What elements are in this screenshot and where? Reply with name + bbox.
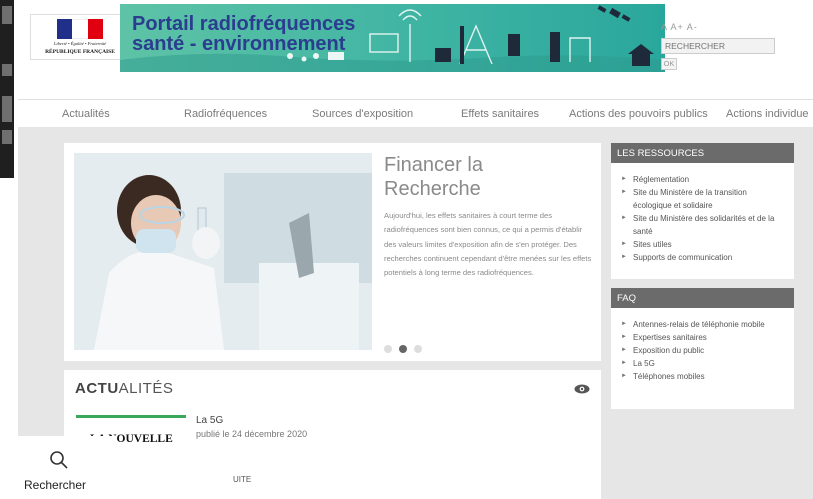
republique-francaise-logo[interactable]: Liberté • Égalité • Fraternité RÉPUBLIQU… <box>30 14 128 60</box>
logo-motto: Liberté • Égalité • Fraternité <box>53 41 107 46</box>
slide-image[interactable] <box>74 153 372 350</box>
section-title: ACTUALITÉS <box>75 380 173 397</box>
french-flag-icon <box>57 19 103 39</box>
resource-link[interactable]: Site du Ministère des solidarités et de … <box>621 212 785 238</box>
portal-banner[interactable]: Portail radiofréquences santé - environn… <box>120 4 665 72</box>
resources-title: LES RESSOURCES <box>611 143 794 163</box>
section-title-bold: ACTU <box>75 380 119 397</box>
slide-title[interactable]: Financer la Recherche <box>384 153 584 201</box>
resource-link[interactable]: Sites utiles <box>621 238 785 251</box>
carousel-dot-1[interactable] <box>384 345 392 353</box>
nav-item-effets-sanitaires[interactable]: Effets sanitaires <box>461 108 539 120</box>
resources-panel: LES RESSOURCES Réglementation Site du Mi… <box>611 143 794 279</box>
section-title-rest: ALITÉS <box>118 380 174 397</box>
site-header: Liberté • Égalité • Fraternité RÉPUBLIQU… <box>18 0 813 99</box>
faq-link[interactable]: Téléphones mobiles <box>621 370 785 383</box>
rechercher-button[interactable]: Rechercher <box>0 436 116 499</box>
banner-title-line1: Portail radiofréquences <box>132 13 356 35</box>
desktop-edge-strip <box>0 0 14 178</box>
lab-photo-illustration <box>74 153 372 350</box>
read-more-link[interactable]: UITE <box>233 475 251 484</box>
resource-link[interactable]: Réglementation <box>621 173 785 186</box>
font-size-tools[interactable]: A A+ A- <box>661 22 698 32</box>
search-input[interactable] <box>661 38 775 54</box>
faq-link[interactable]: La 5G <box>621 357 785 370</box>
carousel: Financer la Recherche Aujourd'hui, les e… <box>64 143 601 361</box>
faq-title: FAQ <box>611 288 794 308</box>
faq-link[interactable]: Expertises sanitaires <box>621 331 785 344</box>
rechercher-label: Rechercher <box>24 478 87 492</box>
nav-item-actualites[interactable]: Actualités <box>62 108 110 120</box>
faq-link[interactable]: Exposition du public <box>621 344 785 357</box>
banner-title: Portail radiofréquences santé - environn… <box>132 14 355 54</box>
nav-item-actions-pouvoirs-publics[interactable]: Actions des pouvoirs publics <box>569 108 708 120</box>
carousel-dots <box>384 345 422 353</box>
carousel-dot-2[interactable] <box>399 345 407 353</box>
carousel-dot-3[interactable] <box>414 345 422 353</box>
eye-icon[interactable] <box>574 384 590 394</box>
search-icon <box>50 451 68 469</box>
nav-item-sources-exposition[interactable]: Sources d'exposition <box>312 108 413 120</box>
nav-item-actions-individuelles[interactable]: Actions individue <box>726 108 809 120</box>
header-tools: A A+ A- OK <box>661 18 801 78</box>
news-item-title[interactable]: La 5G <box>196 415 223 426</box>
main-nav: Actualités Radiofréquences Sources d'exp… <box>18 99 813 127</box>
content-area: Financer la Recherche Aujourd'hui, les e… <box>18 127 813 499</box>
slide-text: Aujourd'hui, les effets sanitaires à cou… <box>384 211 592 278</box>
logo-republic: RÉPUBLIQUE FRANÇAISE <box>45 49 115 55</box>
actualites-section: ACTUALITÉS LA NOUVELLE La 5G publié le 2… <box>64 370 601 499</box>
search-ok-button[interactable]: OK <box>661 58 677 70</box>
faq-link[interactable]: Antennes-relais de téléphonie mobile <box>621 318 785 331</box>
news-item-date: publié le 24 décembre 2020 <box>196 429 308 439</box>
resource-link[interactable]: Supports de communication <box>621 251 785 264</box>
nav-item-radiofrequences[interactable]: Radiofréquences <box>184 108 267 120</box>
resource-link[interactable]: Site du Ministère de la transition écolo… <box>621 186 785 212</box>
banner-title-line2: santé - environnement <box>132 33 346 55</box>
faq-panel: FAQ Antennes-relais de téléphonie mobile… <box>611 288 794 409</box>
